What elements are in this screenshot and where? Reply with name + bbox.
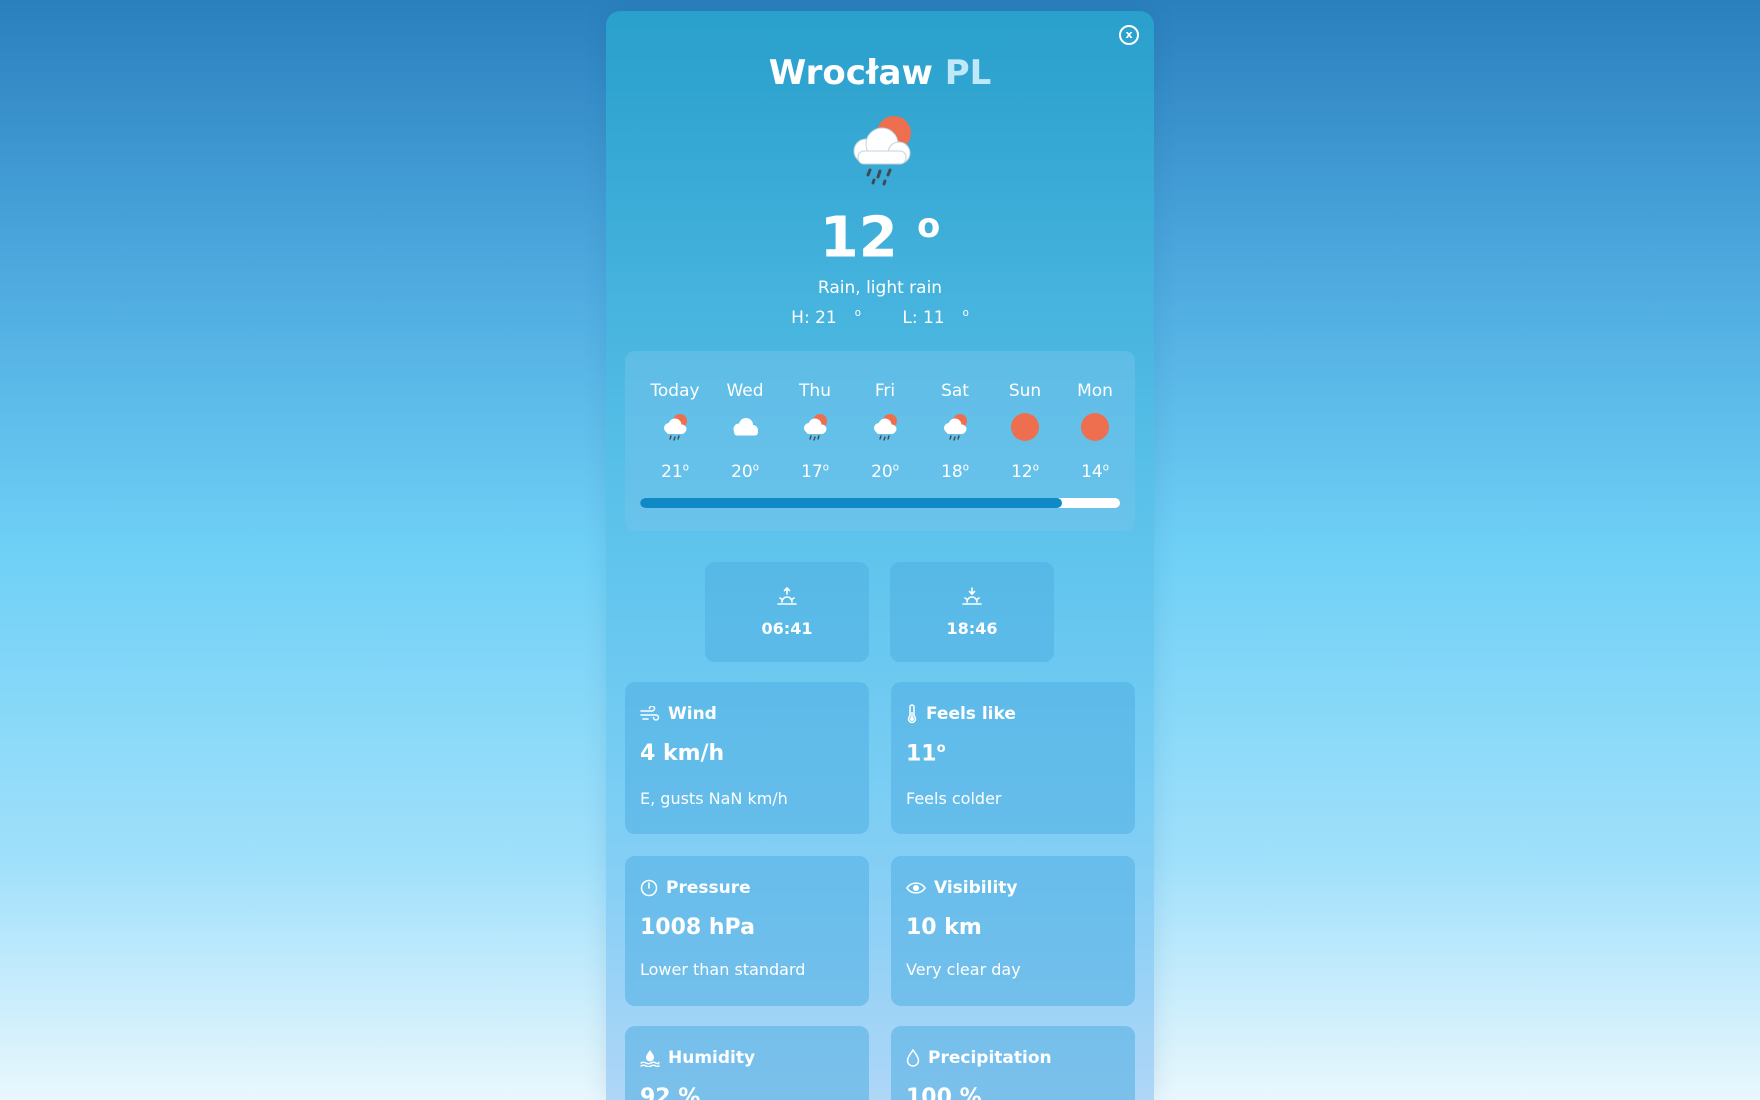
visibility-value: 10 km bbox=[906, 915, 982, 940]
thermometer-icon bbox=[907, 704, 917, 724]
humidity-card: Humidity 92 % bbox=[625, 1026, 869, 1100]
sun-icon bbox=[1081, 413, 1109, 441]
day-temp: 18o bbox=[941, 462, 969, 482]
weather-condition: Rain, light rain bbox=[817, 278, 943, 298]
country-code: PL bbox=[944, 53, 992, 93]
degree-symbol: o bbox=[917, 206, 941, 245]
current-temperature: 12 o bbox=[606, 209, 1154, 267]
pressure-note: Lower than standard bbox=[640, 960, 806, 979]
close-button[interactable]: x bbox=[1119, 25, 1139, 45]
day-name: Thu bbox=[799, 381, 831, 401]
rain-cloud-sun-icon bbox=[664, 414, 687, 441]
day-name: Mon bbox=[1077, 381, 1113, 401]
sunset-card: 18:46 bbox=[890, 562, 1054, 662]
day-temp: 12o bbox=[1011, 462, 1039, 482]
day-temp: 17o bbox=[801, 462, 829, 482]
wind-speed: 4 km/h bbox=[640, 741, 725, 766]
day-name: Sun bbox=[1008, 381, 1042, 401]
cloud-icon bbox=[733, 418, 758, 436]
pressure-card-title: Pressure bbox=[640, 878, 751, 898]
location-title: Wrocław PL bbox=[606, 53, 1154, 93]
sun-icon bbox=[1011, 413, 1039, 441]
day-name: Sat bbox=[941, 381, 969, 401]
sunset-time: 18:46 bbox=[946, 619, 998, 638]
rain-cloud-sun-icon bbox=[944, 414, 967, 441]
droplet-icon bbox=[906, 1049, 920, 1067]
feels-like-note: Feels colder bbox=[906, 789, 1002, 808]
feels-like-card-title: Feels like bbox=[906, 704, 1016, 724]
high-temp: H: 21 o bbox=[791, 308, 861, 328]
day-temp: 20o bbox=[731, 462, 759, 482]
precipitation-card: Precipitation 100 % bbox=[891, 1026, 1135, 1100]
wind-icon bbox=[640, 706, 660, 721]
temperature-value: 12 bbox=[819, 205, 898, 271]
gauge-icon bbox=[640, 879, 658, 897]
rain-cloud-sun-icon bbox=[874, 414, 897, 441]
rain-cloud-sun-icon bbox=[804, 414, 827, 441]
eye-icon bbox=[906, 882, 926, 894]
feels-like-card: Feels like 11o Feels colder bbox=[891, 682, 1135, 834]
city-name: Wrocław bbox=[768, 53, 933, 93]
forecast-scroll-thumb[interactable] bbox=[640, 498, 1063, 508]
wind-card: Wind 4 km/h E, gusts NaN km/h bbox=[625, 682, 869, 834]
visibility-note: Very clear day bbox=[906, 960, 1021, 979]
feels-like-value: 11o bbox=[906, 741, 946, 767]
humidity-card-title: Humidity bbox=[640, 1048, 755, 1068]
visibility-card: Visibility 10 km Very clear day bbox=[891, 856, 1135, 1006]
precipitation-card-title: Precipitation bbox=[906, 1048, 1052, 1068]
forecast-scrollbar[interactable] bbox=[640, 498, 1120, 508]
pressure-value: 1008 hPa bbox=[640, 915, 755, 940]
sunrise-icon bbox=[777, 587, 797, 605]
precipitation-value: 100 % bbox=[906, 1085, 982, 1100]
day-temp: 14o bbox=[1081, 462, 1109, 482]
low-temp: L: 11 o bbox=[902, 308, 969, 328]
wind-note: E, gusts NaN km/h bbox=[640, 789, 788, 808]
sunrise-card: 06:41 bbox=[705, 562, 869, 662]
rain-cloud-sun-icon bbox=[853, 116, 911, 186]
weather-panel: x Wrocław PL 12 o Rain, light rain H: 21… bbox=[606, 11, 1154, 1100]
humidity-value: 92 % bbox=[640, 1085, 701, 1100]
day-name: Fri bbox=[874, 381, 896, 401]
pressure-card: Pressure 1008 hPa Lower than standard bbox=[625, 856, 869, 1006]
humidity-icon bbox=[640, 1050, 660, 1067]
daily-forecast: Today 21o Wed 20o Thu 17o Fri 20o Sat 18… bbox=[625, 351, 1135, 531]
visibility-card-title: Visibility bbox=[906, 878, 1018, 898]
day-temp: 20o bbox=[871, 462, 899, 482]
high-low: H: 21 o L: 11 o bbox=[606, 308, 1154, 328]
wind-card-title: Wind bbox=[640, 704, 717, 724]
day-name: Today bbox=[650, 381, 700, 401]
sunset-icon bbox=[962, 587, 982, 605]
sunrise-time: 06:41 bbox=[761, 619, 813, 638]
day-name: Wed bbox=[726, 381, 764, 401]
day-temp: 21o bbox=[661, 462, 689, 482]
